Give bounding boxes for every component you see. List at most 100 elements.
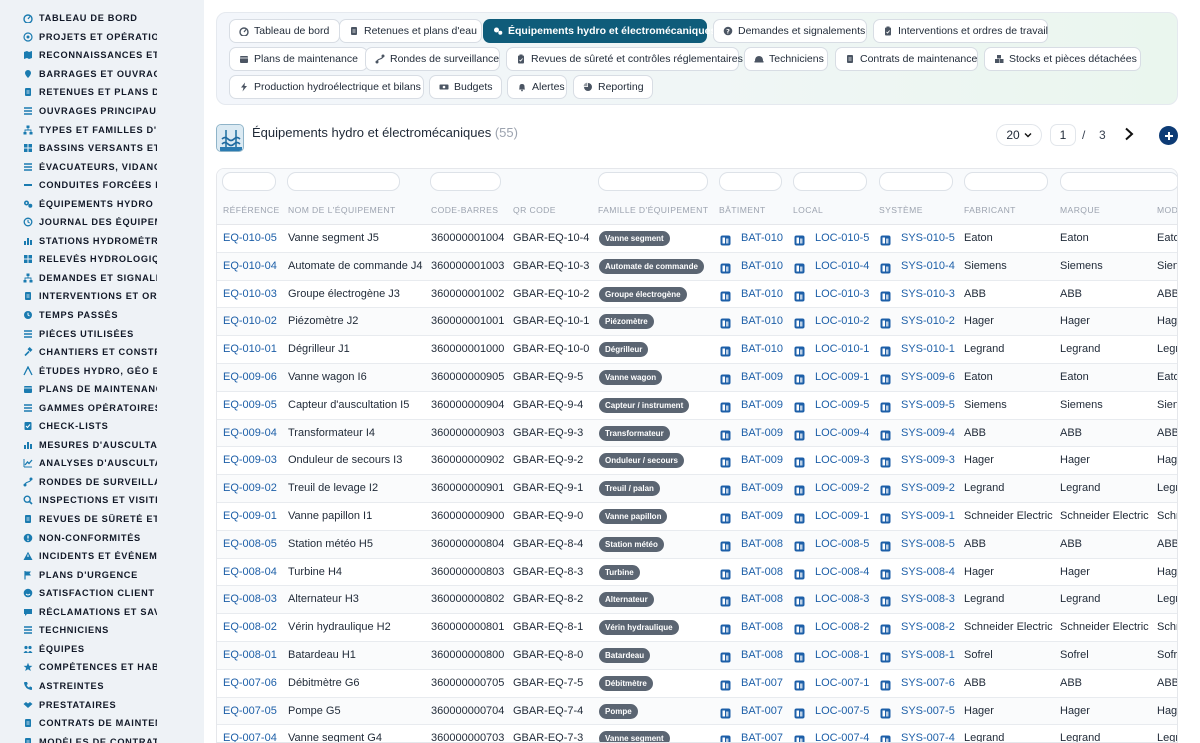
system-link[interactable]: SYS-009-1: [901, 510, 955, 522]
system-link[interactable]: SYS-007-6: [901, 677, 955, 689]
tab[interactable]: Production hydroélectrique et bilans: [229, 75, 424, 99]
local-link[interactable]: LOC-009-2: [815, 482, 869, 494]
sidebar-item[interactable]: PLANS D'URGENCE: [0, 565, 204, 584]
sidebar-item[interactable]: INTERVENTIONS ET ORDRES: [0, 287, 204, 306]
sidebar-item[interactable]: OUVRAGES PRINCIPAUX: [0, 102, 204, 121]
tab[interactable]: Revues de sûreté et contrôles réglementa…: [506, 47, 743, 71]
reference-link[interactable]: EQ-009-03: [223, 454, 277, 466]
reference-link[interactable]: EQ-008-05: [223, 538, 277, 550]
sidebar-item[interactable]: CHANTIERS ET CONSTRUCTIONS: [0, 343, 204, 362]
local-link[interactable]: LOC-007-1: [815, 677, 869, 689]
sidebar-item[interactable]: RONDES DE SURVEILLANCE: [0, 473, 204, 492]
local-link[interactable]: LOC-009-5: [815, 399, 869, 411]
sidebar-item[interactable]: ANALYSES D'AUSCULTATION: [0, 454, 204, 473]
sidebar-item[interactable]: RECONNAISSANCES ET V: [0, 46, 204, 65]
current-page-input[interactable]: 1: [1050, 124, 1076, 146]
sidebar-item[interactable]: DEMANDES ET SIGNALEMENTS: [0, 269, 204, 288]
sidebar-item[interactable]: TEMPS PASSÉS: [0, 306, 204, 325]
system-link[interactable]: SYS-010-2: [901, 315, 955, 327]
sidebar-item[interactable]: ÉVACUATEURS, VIDANGES: [0, 157, 204, 176]
sidebar-item[interactable]: PROJETS ET OPÉRATIONS: [0, 28, 204, 47]
column-header[interactable]: CODE-BARRES: [431, 205, 498, 215]
table-row[interactable]: EQ-008-05 Station météo H5 360000000804 GBA…: [217, 530, 1177, 559]
building-link[interactable]: BAT-009: [741, 427, 783, 439]
local-link[interactable]: LOC-009-1: [815, 510, 869, 522]
building-link[interactable]: BAT-009: [741, 482, 783, 494]
reference-link[interactable]: EQ-010-04: [223, 260, 277, 272]
tab[interactable]: Reporting: [573, 75, 653, 99]
column-filter-input[interactable]: [793, 172, 867, 191]
tab[interactable]: Équipements hydro et électromécaniques: [483, 19, 716, 43]
table-row[interactable]: EQ-009-06 Vanne wagon I6 360000000905 GBAR-…: [217, 364, 1177, 392]
system-link[interactable]: SYS-008-1: [901, 649, 955, 661]
local-link[interactable]: LOC-010-4: [815, 260, 869, 272]
reference-link[interactable]: EQ-008-04: [223, 566, 277, 578]
sidebar-item[interactable]: BASSINS VERSANTS ET AFFLUENTS: [0, 139, 204, 158]
local-link[interactable]: LOC-010-2: [815, 315, 869, 327]
sidebar-item[interactable]: ÉQUIPEMENTS HYDRO ET: [0, 194, 204, 213]
tab[interactable]: ? Demandes et signalements: [713, 19, 867, 43]
building-link[interactable]: BAT-008: [741, 538, 783, 550]
sidebar-item[interactable]: PRESTATAIRES: [0, 695, 204, 714]
reference-link[interactable]: EQ-010-05: [223, 232, 277, 244]
system-link[interactable]: SYS-009-4: [901, 427, 955, 439]
column-header[interactable]: BÂTIMENT: [719, 205, 766, 215]
sidebar-item[interactable]: RELEVÉS HYDROLOGIQUES: [0, 250, 204, 269]
sidebar-item[interactable]: TECHNICIENS: [0, 621, 204, 640]
tab[interactable]: Tableau de bord: [229, 19, 340, 43]
page-size-select[interactable]: 20: [996, 124, 1042, 146]
column-header[interactable]: FABRICANT: [964, 205, 1016, 215]
system-link[interactable]: SYS-007-4: [901, 732, 955, 742]
sidebar-item[interactable]: COMPÉTENCES ET HABILITATIONS: [0, 658, 204, 677]
system-link[interactable]: SYS-009-3: [901, 454, 955, 466]
table-row[interactable]: EQ-007-06 Débitmètre G6 360000000705 GBAR-E…: [217, 669, 1177, 698]
building-link[interactable]: BAT-010: [741, 343, 783, 355]
reference-link[interactable]: EQ-008-03: [223, 593, 277, 605]
local-link[interactable]: LOC-009-4: [815, 427, 869, 439]
building-link[interactable]: BAT-009: [741, 371, 783, 383]
local-link[interactable]: LOC-007-5: [815, 705, 869, 717]
sidebar-item[interactable]: INSPECTIONS ET VISITES: [0, 491, 204, 510]
sidebar-item[interactable]: CONTRATS DE MAINTENANCE: [0, 714, 204, 733]
local-link[interactable]: LOC-010-1: [815, 343, 869, 355]
reference-link[interactable]: EQ-009-02: [223, 482, 277, 494]
sidebar-item[interactable]: PIÈCES UTILISÉES: [0, 324, 204, 343]
system-link[interactable]: SYS-008-5: [901, 538, 955, 550]
tab[interactable]: Contrats de maintenance: [835, 47, 978, 71]
sidebar-item[interactable]: RETENUES ET PLANS D'EAU: [0, 83, 204, 102]
sidebar-item[interactable]: TYPES ET FAMILLES D'OUVRAGES: [0, 120, 204, 139]
column-filter-input[interactable]: [1060, 172, 1177, 191]
table-row[interactable]: EQ-010-04 Automate de commande J4 36000000…: [217, 252, 1177, 281]
system-link[interactable]: SYS-010-3: [901, 288, 955, 300]
table-row[interactable]: EQ-009-04 Transformateur I4 360000000903 GB…: [217, 419, 1177, 448]
system-link[interactable]: SYS-010-4: [901, 260, 955, 272]
sidebar-item[interactable]: CHECK-LISTS: [0, 417, 204, 436]
system-link[interactable]: SYS-009-6: [901, 371, 955, 383]
reference-link[interactable]: EQ-007-06: [223, 677, 277, 689]
table-row[interactable]: EQ-008-04 Turbine H4 360000000803 GBAR-EQ-8…: [217, 558, 1177, 587]
column-header[interactable]: SYSTÈME: [879, 205, 923, 215]
column-filter-input[interactable]: [598, 172, 708, 191]
column-header[interactable]: MOD: [1157, 205, 1177, 215]
system-link[interactable]: SYS-007-5: [901, 705, 955, 717]
reference-link[interactable]: EQ-008-01: [223, 649, 277, 661]
column-filter-input[interactable]: [964, 172, 1048, 191]
tab[interactable]: Alertes: [507, 75, 567, 99]
column-header[interactable]: MARQUE: [1060, 205, 1100, 215]
column-filter-input[interactable]: [222, 172, 276, 191]
sidebar-item[interactable]: NON-CONFORMITÉS: [0, 528, 204, 547]
reference-link[interactable]: EQ-010-03: [223, 288, 277, 300]
building-link[interactable]: BAT-010: [741, 232, 783, 244]
column-header[interactable]: FAMILLE D'ÉQUIPEMENT: [598, 205, 708, 215]
sidebar-item[interactable]: RÉCLAMATIONS ET SAV: [0, 603, 204, 622]
sidebar-item[interactable]: TABLEAU DE BORD: [0, 9, 204, 28]
local-link[interactable]: LOC-007-4: [815, 732, 869, 742]
column-filter-input[interactable]: [719, 172, 782, 191]
reference-link[interactable]: EQ-009-05: [223, 399, 277, 411]
tab[interactable]: Budgets: [429, 75, 502, 99]
tab[interactable]: Rondes de surveillance: [365, 47, 500, 71]
reference-link[interactable]: EQ-009-04: [223, 427, 277, 439]
local-link[interactable]: LOC-009-3: [815, 454, 869, 466]
column-filter-input[interactable]: [287, 172, 400, 191]
reference-link[interactable]: EQ-010-01: [223, 343, 277, 355]
